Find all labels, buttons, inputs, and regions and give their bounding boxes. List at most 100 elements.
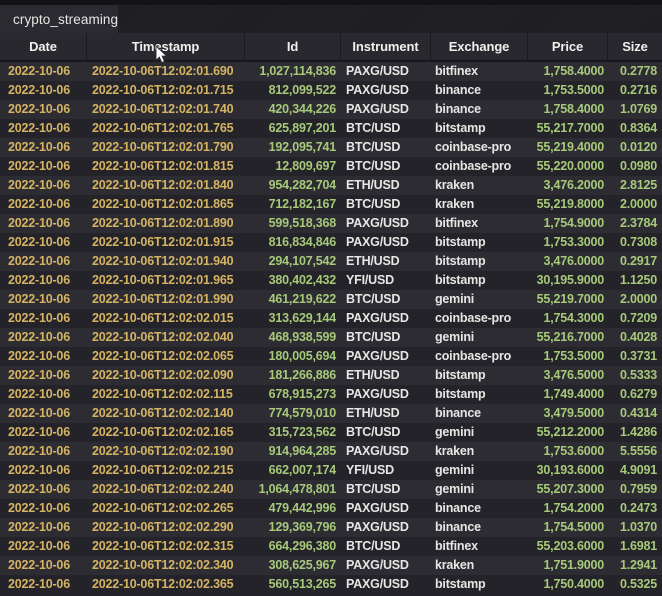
table-row[interactable]: 2022-10-062022-10-06T12:02:01.890599,518… <box>0 214 662 233</box>
cell-exchange: binance <box>430 404 527 423</box>
cell-exchange: kraken <box>430 556 527 575</box>
table-row[interactable]: 2022-10-062022-10-06T12:02:02.015313,629… <box>0 309 662 328</box>
cell-date: 2022-10-06 <box>0 81 86 100</box>
cell-size: 1.0769 <box>607 100 662 119</box>
table-row[interactable]: 2022-10-062022-10-06T12:02:01.790192,095… <box>0 138 662 157</box>
table-row[interactable]: 2022-10-062022-10-06T12:02:02.265479,442… <box>0 499 662 518</box>
cell-date: 2022-10-06 <box>0 328 86 347</box>
cell-timestamp: 2022-10-06T12:02:01.840 <box>86 176 244 195</box>
tab-label: crypto_streaming <box>13 12 118 27</box>
column-header-date[interactable]: Date <box>0 33 86 60</box>
cell-price: 55,207.3000 <box>527 480 607 499</box>
cell-size: 0.4314 <box>607 404 662 423</box>
cell-size: 5.5556 <box>607 442 662 461</box>
table-row[interactable]: 2022-10-062022-10-06T12:02:02.090181,266… <box>0 366 662 385</box>
cell-date: 2022-10-06 <box>0 157 86 176</box>
cell-id: 380,402,432 <box>244 271 340 290</box>
table-row[interactable]: 2022-10-062022-10-06T12:02:02.2401,064,4… <box>0 480 662 499</box>
tab-crypto-streaming[interactable]: crypto_streaming <box>0 5 118 33</box>
cell-timestamp: 2022-10-06T12:02:02.090 <box>86 366 244 385</box>
table-row[interactable]: 2022-10-062022-10-06T12:02:02.065180,005… <box>0 347 662 366</box>
cell-price: 3,479.5000 <box>527 404 607 423</box>
cell-exchange: coinbase-pro <box>430 157 527 176</box>
table-row[interactable]: 2022-10-062022-10-06T12:02:01.990461,219… <box>0 290 662 309</box>
cell-size: 0.2716 <box>607 81 662 100</box>
cell-id: 662,007,174 <box>244 461 340 480</box>
cell-timestamp: 2022-10-06T12:02:01.890 <box>86 214 244 233</box>
table-row[interactable]: 2022-10-062022-10-06T12:02:01.715812,099… <box>0 81 662 100</box>
table-row[interactable]: 2022-10-062022-10-06T12:02:02.315664,296… <box>0 537 662 556</box>
cell-timestamp: 2022-10-06T12:02:01.740 <box>86 100 244 119</box>
column-header-price[interactable]: Price <box>527 33 607 60</box>
table-row[interactable]: 2022-10-062022-10-06T12:02:02.115678,915… <box>0 385 662 404</box>
cell-date: 2022-10-06 <box>0 385 86 404</box>
cell-date: 2022-10-06 <box>0 309 86 328</box>
table-row[interactable]: 2022-10-062022-10-06T12:02:02.215662,007… <box>0 461 662 480</box>
cell-exchange: binance <box>430 499 527 518</box>
cell-price: 30,193.6000 <box>527 461 607 480</box>
cell-price: 55,216.7000 <box>527 328 607 347</box>
cell-size: 1.4286 <box>607 423 662 442</box>
cell-exchange: bitstamp <box>430 271 527 290</box>
cell-date: 2022-10-06 <box>0 404 86 423</box>
cell-id: 954,282,704 <box>244 176 340 195</box>
table-row[interactable]: 2022-10-062022-10-06T12:02:01.81512,809,… <box>0 157 662 176</box>
cell-timestamp: 2022-10-06T12:02:01.915 <box>86 233 244 252</box>
cell-id: 812,099,522 <box>244 81 340 100</box>
table-row[interactable]: 2022-10-062022-10-06T12:02:01.765625,897… <box>0 119 662 138</box>
cell-id: 315,723,562 <box>244 423 340 442</box>
cell-instrument: PAXG/USD <box>340 499 430 518</box>
cell-id: 461,219,622 <box>244 290 340 309</box>
column-header-id[interactable]: Id <box>244 33 340 60</box>
cell-instrument: BTC/USD <box>340 423 430 442</box>
table-row[interactable]: 2022-10-062022-10-06T12:02:02.190914,964… <box>0 442 662 461</box>
cell-id: 308,625,967 <box>244 556 340 575</box>
table-row[interactable]: 2022-10-062022-10-06T12:02:01.865712,182… <box>0 195 662 214</box>
cell-size: 0.3731 <box>607 347 662 366</box>
table-row[interactable]: 2022-10-062022-10-06T12:02:01.940294,107… <box>0 252 662 271</box>
table-row[interactable]: 2022-10-062022-10-06T12:02:02.365560,513… <box>0 575 662 594</box>
cell-instrument: ETH/USD <box>340 176 430 195</box>
table-row[interactable]: 2022-10-062022-10-06T12:02:01.965380,402… <box>0 271 662 290</box>
column-header-instrument[interactable]: Instrument <box>340 33 430 60</box>
table-row[interactable]: 2022-10-062022-10-06T12:02:01.915816,834… <box>0 233 662 252</box>
table-row[interactable]: 2022-10-062022-10-06T12:02:02.290129,369… <box>0 518 662 537</box>
cell-id: 479,442,996 <box>244 499 340 518</box>
cell-id: 1,027,114,836 <box>244 62 340 81</box>
table-row[interactable]: 2022-10-062022-10-06T12:02:02.165315,723… <box>0 423 662 442</box>
cell-exchange: bitfinex <box>430 62 527 81</box>
column-header-size[interactable]: Size <box>607 33 662 60</box>
table-body: 2022-10-062022-10-06T12:02:01.6901,027,1… <box>0 62 662 594</box>
table-row[interactable]: 2022-10-062022-10-06T12:02:01.6901,027,1… <box>0 62 662 81</box>
cell-exchange: bitstamp <box>430 575 527 594</box>
cell-size: 0.7209 <box>607 309 662 328</box>
cell-exchange: gemini <box>430 290 527 309</box>
cell-price: 55,219.4000 <box>527 138 607 157</box>
cell-price: 1,753.6000 <box>527 442 607 461</box>
cell-size: 0.4028 <box>607 328 662 347</box>
cell-size: 0.0980 <box>607 157 662 176</box>
cell-timestamp: 2022-10-06T12:02:02.315 <box>86 537 244 556</box>
table-row[interactable]: 2022-10-062022-10-06T12:02:01.840954,282… <box>0 176 662 195</box>
table-row[interactable]: 2022-10-062022-10-06T12:02:01.740420,344… <box>0 100 662 119</box>
cell-date: 2022-10-06 <box>0 347 86 366</box>
cell-instrument: PAXG/USD <box>340 309 430 328</box>
column-header-timestamp[interactable]: Timestamp <box>86 33 244 60</box>
cell-instrument: ETH/USD <box>340 252 430 271</box>
cell-size: 0.2778 <box>607 62 662 81</box>
table-row[interactable]: 2022-10-062022-10-06T12:02:02.040468,938… <box>0 328 662 347</box>
cell-timestamp: 2022-10-06T12:02:01.715 <box>86 81 244 100</box>
cell-id: 181,266,886 <box>244 366 340 385</box>
cell-exchange: binance <box>430 81 527 100</box>
cell-price: 30,195.9000 <box>527 271 607 290</box>
cell-instrument: PAXG/USD <box>340 347 430 366</box>
table-row[interactable]: 2022-10-062022-10-06T12:02:02.340308,625… <box>0 556 662 575</box>
cell-exchange: bitstamp <box>430 252 527 271</box>
cell-timestamp: 2022-10-06T12:02:01.990 <box>86 290 244 309</box>
cell-exchange: coinbase-pro <box>430 138 527 157</box>
column-header-exchange[interactable]: Exchange <box>430 33 527 60</box>
data-table: DateTimestampIdInstrumentExchangePriceSi… <box>0 33 662 594</box>
cell-date: 2022-10-06 <box>0 518 86 537</box>
table-row[interactable]: 2022-10-062022-10-06T12:02:02.140774,579… <box>0 404 662 423</box>
cell-price: 1,751.9000 <box>527 556 607 575</box>
